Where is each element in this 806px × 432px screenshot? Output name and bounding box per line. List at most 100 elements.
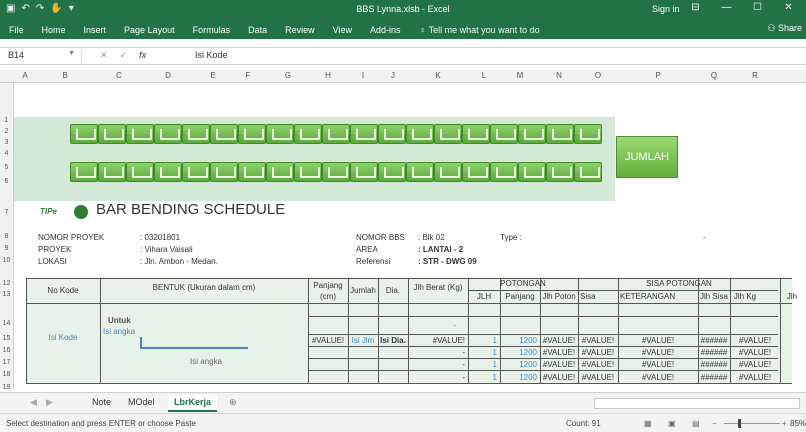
table-cell-jumlah[interactable]: Isi Jlm (348, 336, 378, 345)
table-cell-ket[interactable]: #VALUE! (618, 348, 698, 357)
bar-shape-button[interactable] (238, 162, 266, 182)
insert-function-icon[interactable]: fx (139, 50, 146, 61)
bar-shape-button[interactable] (574, 124, 602, 144)
bar-shape-button[interactable] (182, 124, 210, 144)
column-header[interactable]: I (348, 71, 378, 80)
table-cell-jlh-sisa[interactable]: ###### (698, 348, 730, 357)
minimize-icon[interactable]: — (711, 2, 742, 13)
table-cell-sisa[interactable]: #VALUE! (578, 373, 618, 382)
ribbon-display-icon[interactable]: ⊟ (680, 2, 711, 13)
table-cell-panjang2[interactable]: 1200 (500, 373, 540, 382)
column-header[interactable]: C (100, 71, 138, 80)
bar-shape-button[interactable] (322, 124, 350, 144)
bar-shape-button[interactable] (518, 124, 546, 144)
add-sheet-icon[interactable]: ⊕ (229, 397, 237, 408)
column-header[interactable]: J (378, 71, 408, 80)
jumlah-button[interactable]: JUMLAH (616, 136, 678, 178)
bar-shape-button[interactable] (406, 162, 434, 182)
row-header[interactable]: 14 (0, 320, 13, 327)
table-cell-jlh-poton[interactable]: #VALUE! (540, 360, 578, 369)
row-header[interactable]: 17 (0, 359, 13, 366)
row-header[interactable]: 13 (0, 291, 13, 298)
table-cell-berat[interactable]: - (408, 360, 468, 369)
bar-shape-button[interactable] (350, 162, 378, 182)
table-cell-jlh-sisa[interactable]: ###### (698, 336, 730, 345)
cell-isi-angka-top[interactable]: Isi angka (103, 327, 135, 336)
name-box[interactable]: B14 ▼ (4, 50, 82, 63)
bar-shape-button[interactable] (238, 124, 266, 144)
row-header[interactable]: 1 (0, 117, 13, 124)
info-value-area[interactable]: : LANTAI - 2 (418, 245, 463, 254)
table-cell-jlh-poton[interactable]: #VALUE! (540, 348, 578, 357)
table-cell-sisa[interactable]: #VALUE! (578, 348, 618, 357)
bar-shape-button[interactable] (434, 124, 462, 144)
table-cell-panjang[interactable]: #VALUE! (308, 336, 348, 345)
column-header[interactable]: N (540, 71, 578, 80)
info-value-referensi[interactable]: : STR - DWG 09 (418, 257, 477, 266)
table-cell-berat[interactable]: - (408, 348, 468, 357)
table-cell-berat[interactable]: - (408, 373, 468, 382)
bar-shape-button[interactable] (546, 124, 574, 144)
table-cell-panjang2[interactable]: 1200 (500, 348, 540, 357)
zoom-slider-thumb[interactable] (738, 419, 741, 428)
tab-review[interactable]: Review (276, 25, 324, 35)
column-header[interactable]: G (268, 71, 308, 80)
sign-in-link[interactable]: Sign in (652, 4, 680, 14)
column-header[interactable]: M (500, 71, 540, 80)
info-value-proyek[interactable]: : Vihara Vaisali (140, 245, 193, 254)
table-cell-jlh-kg[interactable]: #VALUE! (730, 348, 780, 357)
bar-shape-button[interactable] (406, 124, 434, 144)
zoom-level[interactable]: 85% (790, 419, 806, 428)
table-cell-berat[interactable]: #VALUE! (408, 336, 468, 345)
bar-shape-button[interactable] (462, 124, 490, 144)
column-header[interactable]: Q (698, 71, 730, 80)
row-header[interactable]: 4 (0, 150, 13, 157)
table-cell-panjang2[interactable]: 1200 (500, 360, 540, 369)
scroll-left-icon[interactable]: ◀ (30, 397, 37, 408)
column-header[interactable]: B (30, 71, 100, 80)
normal-view-icon[interactable]: ▦ (644, 419, 652, 428)
cell-untuk[interactable]: Untuk (108, 316, 131, 325)
tell-me-search[interactable]: ♀ Tell me what you want to do (410, 25, 540, 35)
table-cell-dia[interactable]: Isi Dia. (378, 336, 408, 345)
bar-shape-button[interactable] (322, 162, 350, 182)
info-value-type[interactable]: - (703, 233, 706, 242)
bar-shape-button[interactable] (154, 124, 182, 144)
bar-shape-button[interactable] (98, 124, 126, 144)
row-header[interactable]: 12 (0, 280, 13, 287)
bar-shape-button[interactable] (490, 124, 518, 144)
table-cell-ket[interactable]: #VALUE! (618, 360, 698, 369)
scroll-right-icon[interactable]: ▶ (46, 397, 53, 408)
tab-page-layout[interactable]: Page Layout (115, 25, 184, 35)
row-header[interactable]: 9 (0, 245, 13, 252)
bar-shape-button[interactable] (294, 124, 322, 144)
table-cell-jlh-sisa[interactable]: ###### (698, 360, 730, 369)
column-header[interactable]: A (20, 71, 30, 80)
table-cell-jlh[interactable]: 1 (468, 373, 500, 382)
column-header[interactable]: P (618, 71, 698, 80)
bar-shape-button[interactable] (490, 162, 518, 182)
bar-shape-button[interactable] (574, 162, 602, 182)
tab-file[interactable]: File (0, 25, 33, 35)
column-header[interactable]: D (138, 71, 198, 80)
row-header[interactable]: 16 (0, 347, 13, 354)
bar-shape-button[interactable] (378, 124, 406, 144)
column-header[interactable]: L (468, 71, 500, 80)
cell-isi-angka-bottom[interactable]: Isi angka (190, 357, 222, 366)
column-header[interactable]: R (730, 71, 780, 80)
horizontal-scrollbar[interactable] (594, 398, 800, 409)
cancel-icon[interactable]: ✕ (100, 50, 108, 61)
bar-shape-button[interactable] (126, 162, 154, 182)
bar-shape-button[interactable] (518, 162, 546, 182)
bar-shape-button[interactable] (70, 124, 98, 144)
row-header[interactable]: 8 (0, 233, 13, 240)
column-header[interactable]: K (408, 71, 468, 80)
info-value-lokasi[interactable]: : Jln. Ambon - Medan. (140, 257, 218, 266)
table-cell-jlh[interactable]: 1 (468, 360, 500, 369)
table-cell-ket[interactable]: #VALUE! (618, 336, 698, 345)
row-header[interactable]: 3 (0, 139, 13, 146)
page-break-view-icon[interactable]: ▤ (692, 419, 700, 428)
zoom-in-icon[interactable]: + (782, 419, 787, 428)
sheet-tab-note[interactable]: Note (92, 397, 111, 407)
column-header[interactable]: H (308, 71, 348, 80)
